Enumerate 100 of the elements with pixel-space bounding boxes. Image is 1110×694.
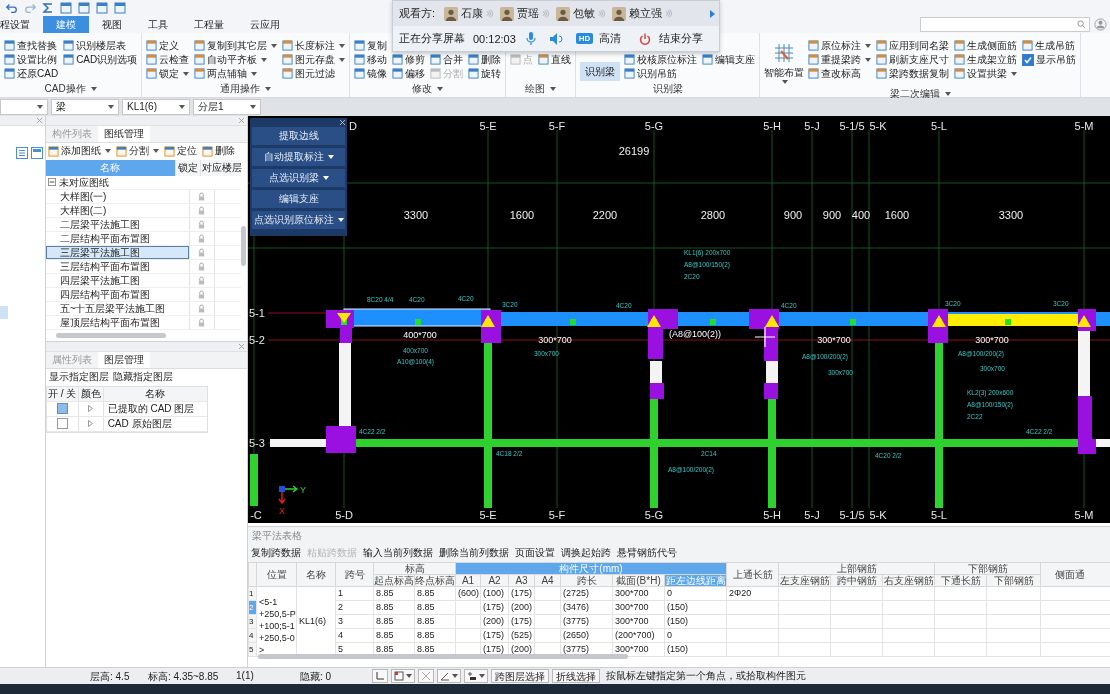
toolbar-button[interactable]: 输入当前列数据 [363,545,433,560]
tree-item[interactable]: 大样图(二) [45,203,189,217]
ribbon-button[interactable]: 识别吊筋 [624,66,698,81]
ribbon-tab[interactable]: 工具 [135,15,181,33]
ribbon-button[interactable]: 应用到同名梁 [876,38,950,53]
row-number[interactable]: 3 [248,614,257,629]
ribbon-large-button[interactable]: 识别梁 [580,61,621,81]
ribbon-button[interactable]: 查找替换 [4,38,59,53]
layer-action-link[interactable]: 显示指定图层 [48,369,109,384]
sheet-icon[interactable] [114,1,126,14]
column-header[interactable]: 对应楼层 [199,159,243,176]
checkbox[interactable] [1022,53,1035,66]
lock-icon[interactable] [198,317,206,327]
power-icon[interactable] [639,32,652,45]
status-button[interactable]: 跨图层选择 [491,669,549,684]
ribbon-button[interactable]: 设置比例 [4,52,59,67]
ribbon-button[interactable]: CAD识别选项 [63,52,138,67]
ribbon-button[interactable]: 生成吊筋 [1022,38,1077,53]
ribbon-button[interactable]: 旋转 [468,66,502,81]
toolbar-button[interactable]: 添加图纸 [47,144,111,159]
lock-icon[interactable] [198,289,206,299]
ribbon-button[interactable]: 云检查 [146,52,190,67]
row-number[interactable]: 5 [248,642,257,657]
ribbon-button[interactable]: 修剪 [392,52,426,67]
ribbon-button[interactable]: 还原CAD [4,66,59,81]
ribbon-button[interactable]: 校核原位标注 [624,52,698,67]
toolbar-button[interactable]: 悬臂钢筋代号 [617,545,677,560]
search-field[interactable] [920,16,1090,32]
tree-item[interactable]: 屋顶层结构平面布置图 [45,315,189,329]
ribbon-button[interactable]: 直线 [538,52,572,67]
speaker-icon[interactable] [549,32,564,45]
lock-icon[interactable] [198,261,206,271]
lock-icon[interactable] [198,247,206,257]
list-icon[interactable] [15,146,28,159]
sheet-icon[interactable] [60,1,72,14]
ribbon-button[interactable]: 识别楼层表 [63,38,138,53]
lock-icon[interactable] [198,191,206,201]
ribbon-button[interactable]: 设置拱梁 [954,66,1018,81]
dropdown-field[interactable]: 分层1 [193,98,261,115]
ribbon-button[interactable]: 定义 [146,38,190,53]
caret-icon[interactable] [265,87,272,92]
close-icon[interactable] [340,119,345,125]
snap-button[interactable] [391,669,415,684]
ribbon-button[interactable]: 合并 [430,52,464,67]
collapse-icon[interactable] [47,178,56,187]
checkbox[interactable] [56,403,68,415]
scrollbar[interactable] [241,225,246,266]
ribbon-button[interactable]: 查改标高 [808,66,872,81]
ribbon-button[interactable]: 镜像 [354,66,388,81]
toolbar-button[interactable]: 定位 [163,144,197,159]
toolbar-button[interactable]: 删除 [201,144,235,159]
ribbon-button[interactable]: 重提梁跨 [808,52,872,67]
ribbon-button[interactable]: 复制到其它层 [194,38,278,53]
ribbon-tab[interactable]: 工程量 [181,15,237,33]
tree-item[interactable]: 大样图(一) [45,189,189,203]
ribbon-button[interactable]: 删除 [468,52,502,67]
tree-item[interactable]: 四层梁平法施工图 [45,273,189,287]
toolbar-button[interactable]: 分割 [115,144,159,159]
tool-button[interactable]: 点选识别原位标注 [252,210,345,229]
ribbon-tab[interactable]: 程设置 [0,15,43,33]
lock-icon[interactable] [198,233,206,243]
caret-icon[interactable] [710,9,715,18]
ribbon-tab[interactable]: 视图 [89,15,135,33]
lock-icon[interactable] [198,275,206,285]
ribbon-button[interactable]: 长度标注 [282,38,346,53]
user-icon[interactable] [1094,17,1107,31]
row-number[interactable]: 1 [248,586,257,601]
beam-drawing[interactable] [250,308,1110,508]
ribbon-button[interactable]: 梁跨数据复制 [876,66,950,81]
end-share-button[interactable]: 结束分享 [659,31,704,46]
row-number[interactable]: 4 [248,628,257,643]
ribbon-button[interactable]: 锁定 [146,66,190,81]
tree-item[interactable]: 五~十五层梁平法施工图 [45,301,189,315]
ribbon-button[interactable]: 生成架立筋 [954,52,1018,67]
angle-button[interactable] [437,669,461,684]
checkbox[interactable] [56,418,68,430]
tool-button[interactable]: 自动提取标注 [252,147,345,166]
lock-icon[interactable] [198,303,206,313]
lock-icon[interactable] [198,205,206,215]
caret-icon[interactable] [437,87,444,92]
sheet-icon[interactable] [96,1,108,14]
tool-button[interactable]: 点选识别梁 [252,168,345,187]
ribbon-button[interactable]: 自动平齐板 [194,52,278,67]
caret-icon[interactable] [90,87,97,92]
ribbon-button[interactable]: 编辑支座 [702,52,756,67]
lock-icon[interactable] [198,219,206,229]
sum-icon[interactable] [42,1,54,14]
scrollbar[interactable] [55,332,166,338]
scrollbar[interactable] [258,653,628,659]
quality-button[interactable]: 高清 [599,31,622,46]
column-header[interactable]: 锁定 [174,159,200,176]
ortho-button[interactable] [372,669,388,684]
tree-item[interactable]: 二层结构平面布置图 [45,231,189,245]
tree-item[interactable]: 三层结构平面布置图 [45,259,189,273]
dropdown-field[interactable]: 梁 [51,98,119,115]
toolbar-button[interactable]: 调换起始跨 [561,545,611,560]
toolbar-button[interactable]: 页面设置 [515,545,555,560]
status-button[interactable]: 折线选择 [552,669,600,684]
tree-item[interactable]: 未对应图纸 [58,175,109,189]
ribbon-button[interactable]: 图元存盘 [282,52,346,67]
